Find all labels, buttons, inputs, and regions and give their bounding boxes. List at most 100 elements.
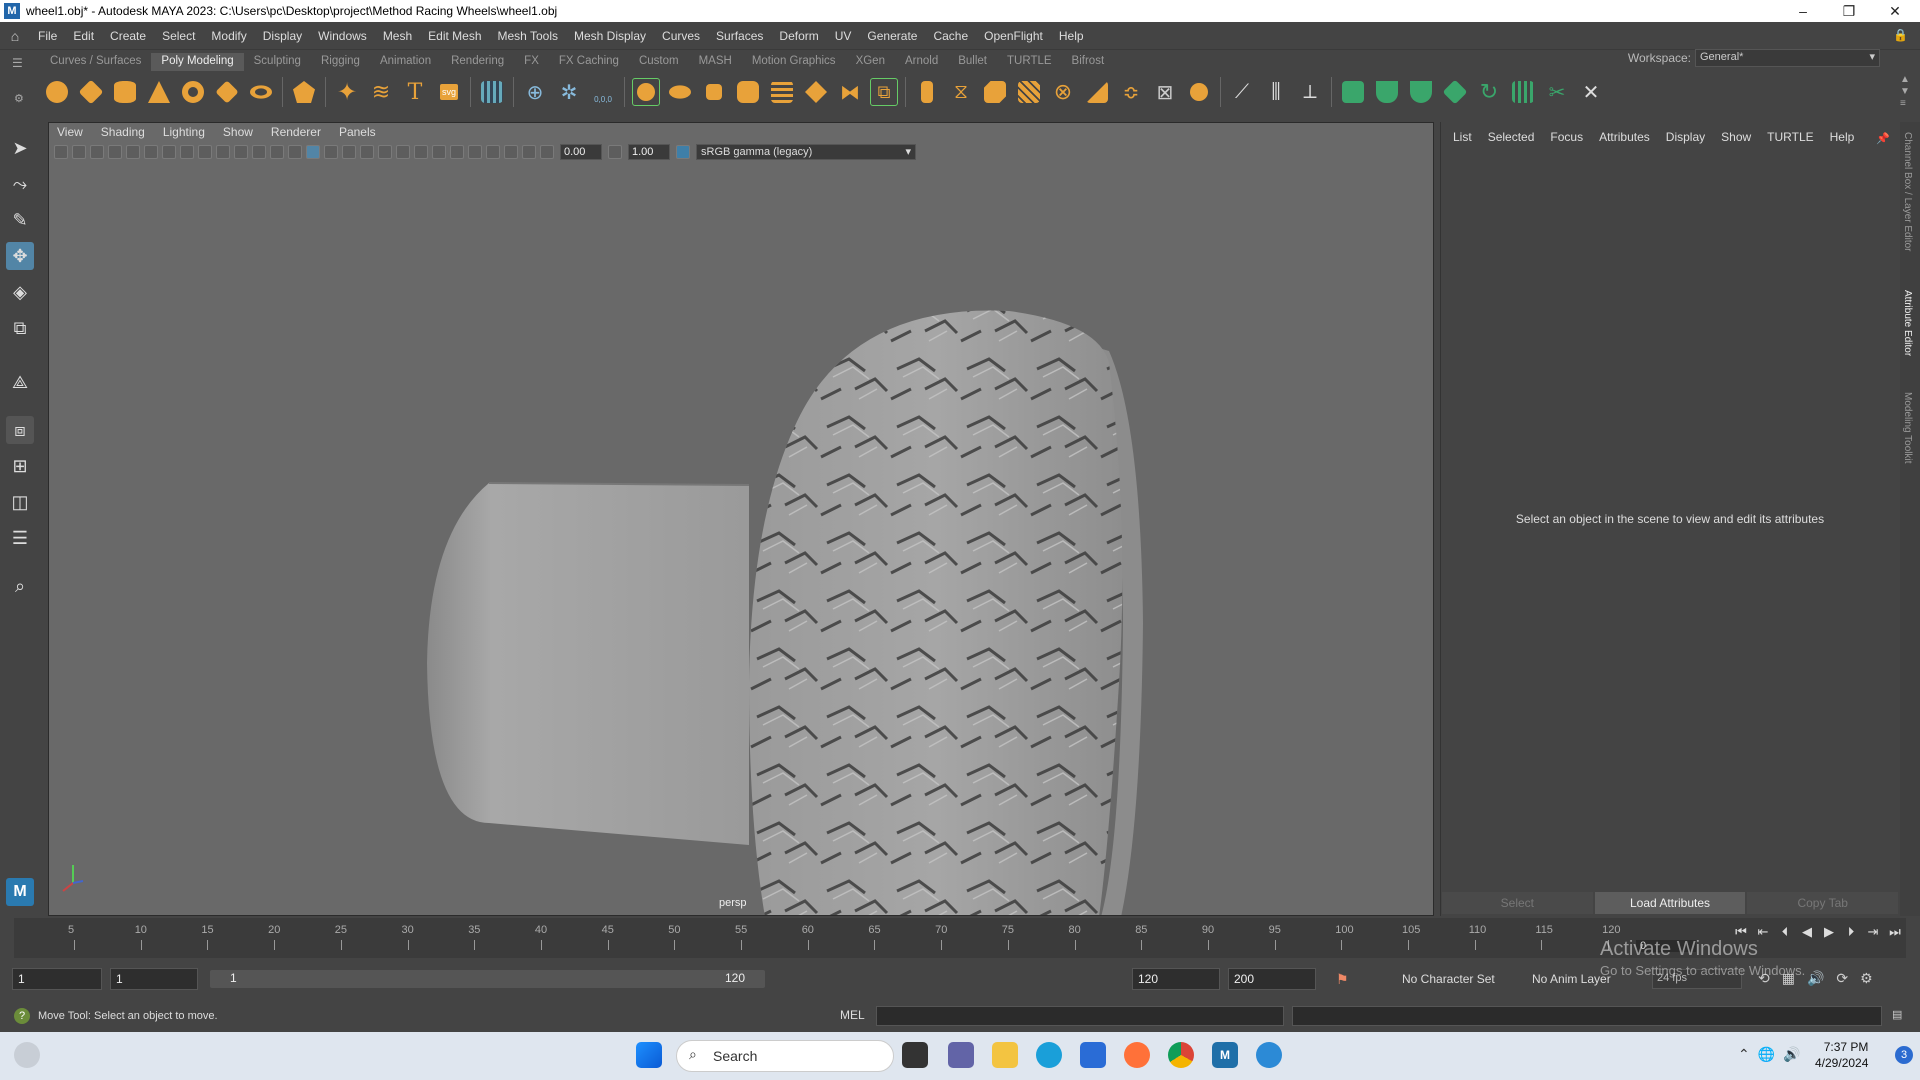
- poke-icon[interactable]: [1083, 78, 1111, 106]
- uv-cylindrical-icon[interactable]: [1373, 78, 1401, 106]
- menu-create[interactable]: Create: [102, 29, 154, 43]
- lasso-tool-icon[interactable]: ⤳: [6, 170, 34, 198]
- mirror-icon[interactable]: ⧓: [836, 78, 864, 106]
- menu-display[interactable]: Display: [255, 29, 310, 43]
- teams-icon[interactable]: [948, 1042, 974, 1068]
- retopologize-icon[interactable]: ⧉: [870, 78, 898, 106]
- playback-end-field[interactable]: 120: [1132, 968, 1220, 990]
- backface-culling-icon[interactable]: [522, 145, 536, 159]
- booleans-icon[interactable]: [768, 78, 796, 106]
- four-view-icon[interactable]: ⊞: [6, 452, 34, 480]
- close-button[interactable]: ✕: [1872, 0, 1918, 22]
- menu-edit-mesh[interactable]: Edit Mesh: [420, 29, 489, 43]
- mel-command-input[interactable]: [876, 1006, 1284, 1026]
- uv-automatic-icon[interactable]: [1441, 78, 1469, 106]
- file-explorer-icon[interactable]: [992, 1042, 1018, 1068]
- menu-mesh[interactable]: Mesh: [375, 29, 420, 43]
- ae-menu-show[interactable]: Show: [1713, 130, 1759, 144]
- wireframe-on-shaded-icon[interactable]: [324, 145, 338, 159]
- exposure-icon[interactable]: [540, 145, 554, 159]
- depth-of-field-icon[interactable]: [450, 145, 464, 159]
- pin-icon[interactable]: 📌: [1876, 132, 1890, 145]
- select-button[interactable]: Select: [1442, 892, 1593, 914]
- extract-icon[interactable]: [700, 78, 728, 106]
- store-icon[interactable]: [1080, 1042, 1106, 1068]
- uv-editor-icon[interactable]: [478, 78, 506, 106]
- combine-icon[interactable]: [632, 78, 660, 106]
- ae-menu-selected[interactable]: Selected: [1480, 130, 1543, 144]
- smooth-shade-icon[interactable]: [306, 145, 320, 159]
- ae-menu-list[interactable]: List: [1445, 130, 1480, 144]
- menu-uv[interactable]: UV: [827, 29, 860, 43]
- safe-action-icon[interactable]: [252, 145, 266, 159]
- grid-icon[interactable]: [162, 145, 176, 159]
- maximize-button[interactable]: ❐: [1826, 0, 1872, 22]
- script-editor-icon[interactable]: ▤: [1892, 1008, 1902, 1021]
- maya-taskbar-icon[interactable]: M: [1212, 1042, 1238, 1068]
- menu-deform[interactable]: Deform: [771, 29, 826, 43]
- mel-label[interactable]: MEL: [840, 1008, 865, 1022]
- smooth-icon[interactable]: [734, 78, 762, 106]
- anim-layer-dropdown[interactable]: No Anim Layer: [1532, 972, 1611, 986]
- target-weld-icon[interactable]: ⟂: [1296, 78, 1324, 106]
- poly-disc-icon[interactable]: [247, 78, 275, 106]
- load-attributes-button[interactable]: Load Attributes: [1594, 892, 1746, 914]
- two-view-icon[interactable]: ◫: [6, 488, 34, 516]
- shelf-tab-animation[interactable]: Animation: [370, 53, 441, 71]
- shelf-tab-curves-surfaces[interactable]: Curves / Surfaces: [40, 53, 151, 71]
- tab-channel-box[interactable]: Channel Box / Layer Editor: [1902, 132, 1913, 252]
- ae-menu-display[interactable]: Display: [1658, 130, 1713, 144]
- auto-key-icon[interactable]: ⚑: [1336, 971, 1349, 988]
- 3d-viewport[interactable]: persp: [48, 122, 1434, 916]
- menu-mesh-tools[interactable]: Mesh Tools: [490, 29, 566, 43]
- soft-select-icon[interactable]: ⟁: [6, 368, 34, 396]
- steam-icon[interactable]: [1256, 1042, 1282, 1068]
- edge-loop-icon[interactable]: ⫼: [1262, 78, 1290, 106]
- ambient-occlusion-icon[interactable]: [396, 145, 410, 159]
- lock-icon[interactable]: 🔒: [1893, 28, 1908, 42]
- poly-plane-icon[interactable]: [213, 78, 241, 106]
- poly-cube-icon[interactable]: [77, 78, 105, 106]
- shelf-tab-rendering[interactable]: Rendering: [441, 53, 514, 71]
- shelf-tab-custom[interactable]: Custom: [629, 53, 689, 71]
- gate-mask-icon[interactable]: [216, 145, 230, 159]
- vp-menu-view[interactable]: View: [48, 125, 92, 139]
- uv-spherical-icon[interactable]: [1407, 78, 1435, 106]
- shelf-tab-sculpting[interactable]: Sculpting: [244, 53, 311, 71]
- scene-end-field[interactable]: 200: [1228, 968, 1316, 990]
- collapse-icon[interactable]: ⊠: [1151, 78, 1179, 106]
- remesh-icon[interactable]: [802, 78, 830, 106]
- menu-openflight[interactable]: OpenFlight: [976, 29, 1051, 43]
- tab-modeling-toolkit[interactable]: Modeling Toolkit: [1902, 392, 1913, 464]
- sweep-mesh-icon[interactable]: ≋: [367, 78, 395, 106]
- vp-menu-shading[interactable]: Shading: [92, 125, 154, 139]
- minimize-button[interactable]: –: [1780, 0, 1826, 22]
- play-forwards-icon[interactable]: ▶: [1818, 924, 1840, 946]
- field-chart-icon[interactable]: [234, 145, 248, 159]
- image-plane-icon[interactable]: [108, 145, 122, 159]
- resolution-gate-icon[interactable]: [198, 145, 212, 159]
- film-gate-icon[interactable]: [180, 145, 194, 159]
- type-tool-icon[interactable]: T: [401, 78, 429, 106]
- shelf-tab-bifrost[interactable]: Bifrost: [1062, 53, 1115, 71]
- vp-menu-show[interactable]: Show: [214, 125, 262, 139]
- poly-sphere-icon[interactable]: [43, 78, 71, 106]
- wireframe-icon[interactable]: [288, 145, 302, 159]
- shelf-tab-poly-modeling[interactable]: Poly Modeling: [151, 53, 244, 71]
- menu-select[interactable]: Select: [154, 29, 203, 43]
- shelf-tab-xgen[interactable]: XGen: [846, 53, 895, 71]
- taskbar-clock[interactable]: 7:37 PM 4/29/2024: [1815, 1039, 1868, 1071]
- xray-icon[interactable]: [486, 145, 500, 159]
- edge-icon[interactable]: [1036, 1042, 1062, 1068]
- ae-menu-focus[interactable]: Focus: [1542, 130, 1591, 144]
- multi-cut-icon[interactable]: ⟋: [1228, 78, 1256, 106]
- uv-contour-icon[interactable]: ↻: [1475, 78, 1503, 106]
- xray-joints-icon[interactable]: [504, 145, 518, 159]
- step-forward-key-icon[interactable]: ⇥: [1862, 924, 1884, 946]
- menu-windows[interactable]: Windows: [310, 29, 375, 43]
- copy-tab-button[interactable]: Copy Tab: [1747, 892, 1899, 914]
- menu-help[interactable]: Help: [1051, 29, 1092, 43]
- svg-tool-icon[interactable]: svg: [435, 78, 463, 106]
- character-set-dropdown[interactable]: No Character Set: [1402, 972, 1495, 986]
- uv-sew-icon[interactable]: ✕: [1577, 78, 1605, 106]
